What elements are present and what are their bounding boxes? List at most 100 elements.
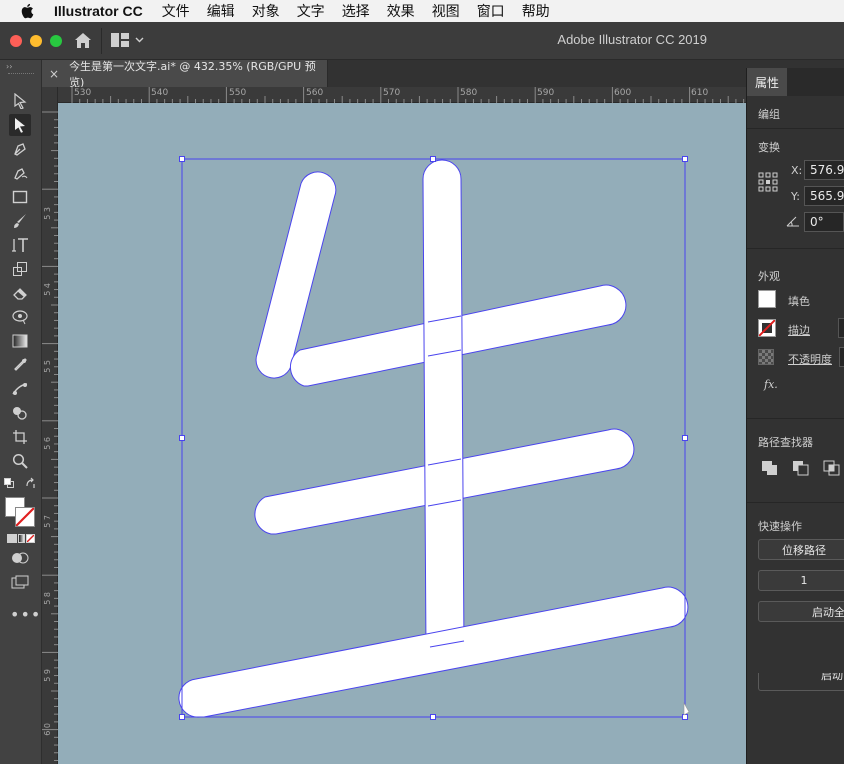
chevron-down-icon[interactable]: [135, 37, 144, 43]
blend-tool-icon[interactable]: [9, 378, 31, 400]
stroke-weight-input[interactable]: 3: [838, 318, 844, 338]
selection-handle: [682, 435, 688, 441]
paintbrush-tool-icon[interactable]: [9, 210, 31, 232]
y-label: Y:: [791, 190, 800, 203]
collapse-toolbar-icon[interactable]: ››: [6, 62, 12, 71]
menu-file[interactable]: 文件: [162, 1, 190, 21]
scale-tool-icon[interactable]: [9, 258, 31, 280]
y-position-input[interactable]: 565.90: [804, 186, 844, 206]
quick-action-button[interactable]: 1: [758, 570, 844, 591]
pen-tool-icon[interactable]: [9, 138, 31, 160]
shape-builder-tool-icon[interactable]: [9, 402, 31, 424]
zoom-tool-icon[interactable]: [9, 450, 31, 472]
quick-actions-section-title: 快速操作: [758, 520, 802, 533]
menu-object[interactable]: 对象: [252, 1, 280, 21]
menu-view[interactable]: 视图: [432, 1, 460, 21]
screen-mode-icon[interactable]: [11, 575, 29, 589]
stroke-color-swatch[interactable]: [15, 507, 35, 527]
ruler-label: 6 0: [43, 723, 52, 736]
intersect-icon[interactable]: [823, 460, 841, 476]
vertical-ruler[interactable]: 5 3 5 4 5 5 5 6 5 7 5 8 5 9 6 0: [42, 87, 58, 764]
apple-icon[interactable]: [20, 3, 34, 19]
selection-tool-icon[interactable]: [9, 90, 31, 112]
artboard-tool-icon[interactable]: [9, 426, 31, 448]
toolbar-grip[interactable]: [8, 73, 34, 77]
ruler-label: 550: [229, 88, 247, 98]
x-position-input[interactable]: 576.98: [804, 160, 844, 180]
eyedropper-tool-icon[interactable]: [9, 354, 31, 376]
unite-icon[interactable]: [761, 460, 779, 476]
direct-selection-tool-icon[interactable]: [9, 114, 31, 136]
opacity-input[interactable]: [839, 347, 844, 367]
panel-divider: [747, 248, 844, 249]
partial-button[interactable]: 启动: [758, 673, 844, 691]
menu-type[interactable]: 文字: [297, 1, 325, 21]
app-menu[interactable]: Illustrator CC: [54, 3, 143, 19]
start-global-edit-button[interactable]: 启动全: [758, 601, 844, 622]
ruler-label: 5 3: [43, 207, 52, 220]
ruler-label: 610: [691, 88, 709, 98]
app-title: Adobe Illustrator CC 2019: [557, 32, 707, 47]
menu-help[interactable]: 帮助: [522, 1, 550, 21]
menu-effect[interactable]: 效果: [387, 1, 415, 21]
artboard-canvas[interactable]: [58, 103, 746, 764]
none-mode-icon[interactable]: [26, 534, 35, 543]
ruler-label: 580: [460, 88, 478, 98]
glyph-stroke-vertical: [422, 159, 465, 670]
maximize-window-button[interactable]: [50, 35, 62, 47]
ruler-label: 5 9: [43, 669, 52, 682]
partial-button-label: 启动: [821, 673, 843, 682]
close-window-button[interactable]: [10, 35, 22, 47]
swap-colors-icon[interactable]: [25, 477, 37, 489]
transform-section-title: 变换: [758, 141, 780, 154]
panel-divider: [747, 128, 844, 129]
close-tab-icon[interactable]: ×: [49, 67, 59, 81]
default-colors-icon[interactable]: [4, 478, 14, 488]
opacity-label[interactable]: 不透明度: [788, 351, 832, 367]
horizontal-ruler[interactable]: 530 540 550 560 570 580 590 600 610: [58, 87, 746, 103]
ruler-label: 5 6: [43, 437, 52, 450]
rectangle-tool-icon[interactable]: [9, 186, 31, 208]
minimize-window-button[interactable]: [30, 35, 42, 47]
tools-panel: ›› •••: [0, 60, 42, 764]
properties-tab-bar: 属性: [747, 68, 844, 96]
properties-panel: 属性 编组 变换 X: 576.98 Y: 565.90 0° 外观 填色 描边…: [746, 68, 844, 764]
fill-swatch[interactable]: [758, 290, 776, 308]
effects-icon[interactable]: fx.: [764, 378, 778, 391]
offset-path-button[interactable]: 位移路径: [758, 539, 844, 560]
selection-handle: [179, 156, 185, 162]
app-title-bar: Adobe Illustrator CC 2019: [0, 22, 844, 60]
x-label: X:: [791, 164, 803, 177]
stroke-label[interactable]: 描边: [788, 322, 810, 338]
menu-edit[interactable]: 编辑: [207, 1, 235, 21]
tab-properties[interactable]: 属性: [747, 68, 787, 96]
menu-window[interactable]: 窗口: [477, 1, 505, 21]
gradient-mode-icon[interactable]: [18, 534, 25, 543]
workspace-layout-icon[interactable]: [111, 33, 129, 47]
panel-divider: [747, 502, 844, 503]
document-tab[interactable]: × 今生是第一次文字.ai* @ 432.35% (RGB/GPU 预览): [42, 60, 328, 89]
stroke-swatch[interactable]: [758, 319, 776, 337]
rotate-input[interactable]: 0°: [804, 212, 844, 232]
ruler-label: 560: [306, 88, 324, 98]
menu-select[interactable]: 选择: [342, 1, 370, 21]
selection-handle: [682, 714, 688, 720]
artwork-glyph[interactable]: [58, 103, 746, 764]
reference-point-icon[interactable]: [758, 172, 778, 192]
more-tools-icon[interactable]: •••: [10, 605, 41, 624]
drawing-mode-icon[interactable]: [11, 551, 29, 565]
eraser-tool-icon[interactable]: [9, 282, 31, 304]
home-icon[interactable]: [74, 32, 92, 49]
curvature-tool-icon[interactable]: [9, 162, 31, 184]
selection-type-label: 编组: [758, 108, 780, 121]
ruler-label: 600: [614, 88, 632, 98]
titlebar-divider: [101, 28, 102, 54]
color-mode-icon[interactable]: [7, 534, 17, 543]
mouse-cursor: [683, 701, 690, 716]
ruler-label: 5 7: [43, 515, 52, 528]
gradient-tool-icon[interactable]: [9, 330, 31, 352]
puppet-warp-tool-icon[interactable]: [9, 306, 31, 328]
selection-handle: [682, 156, 688, 162]
type-tool-icon[interactable]: [9, 234, 31, 256]
minus-front-icon[interactable]: [792, 460, 810, 476]
